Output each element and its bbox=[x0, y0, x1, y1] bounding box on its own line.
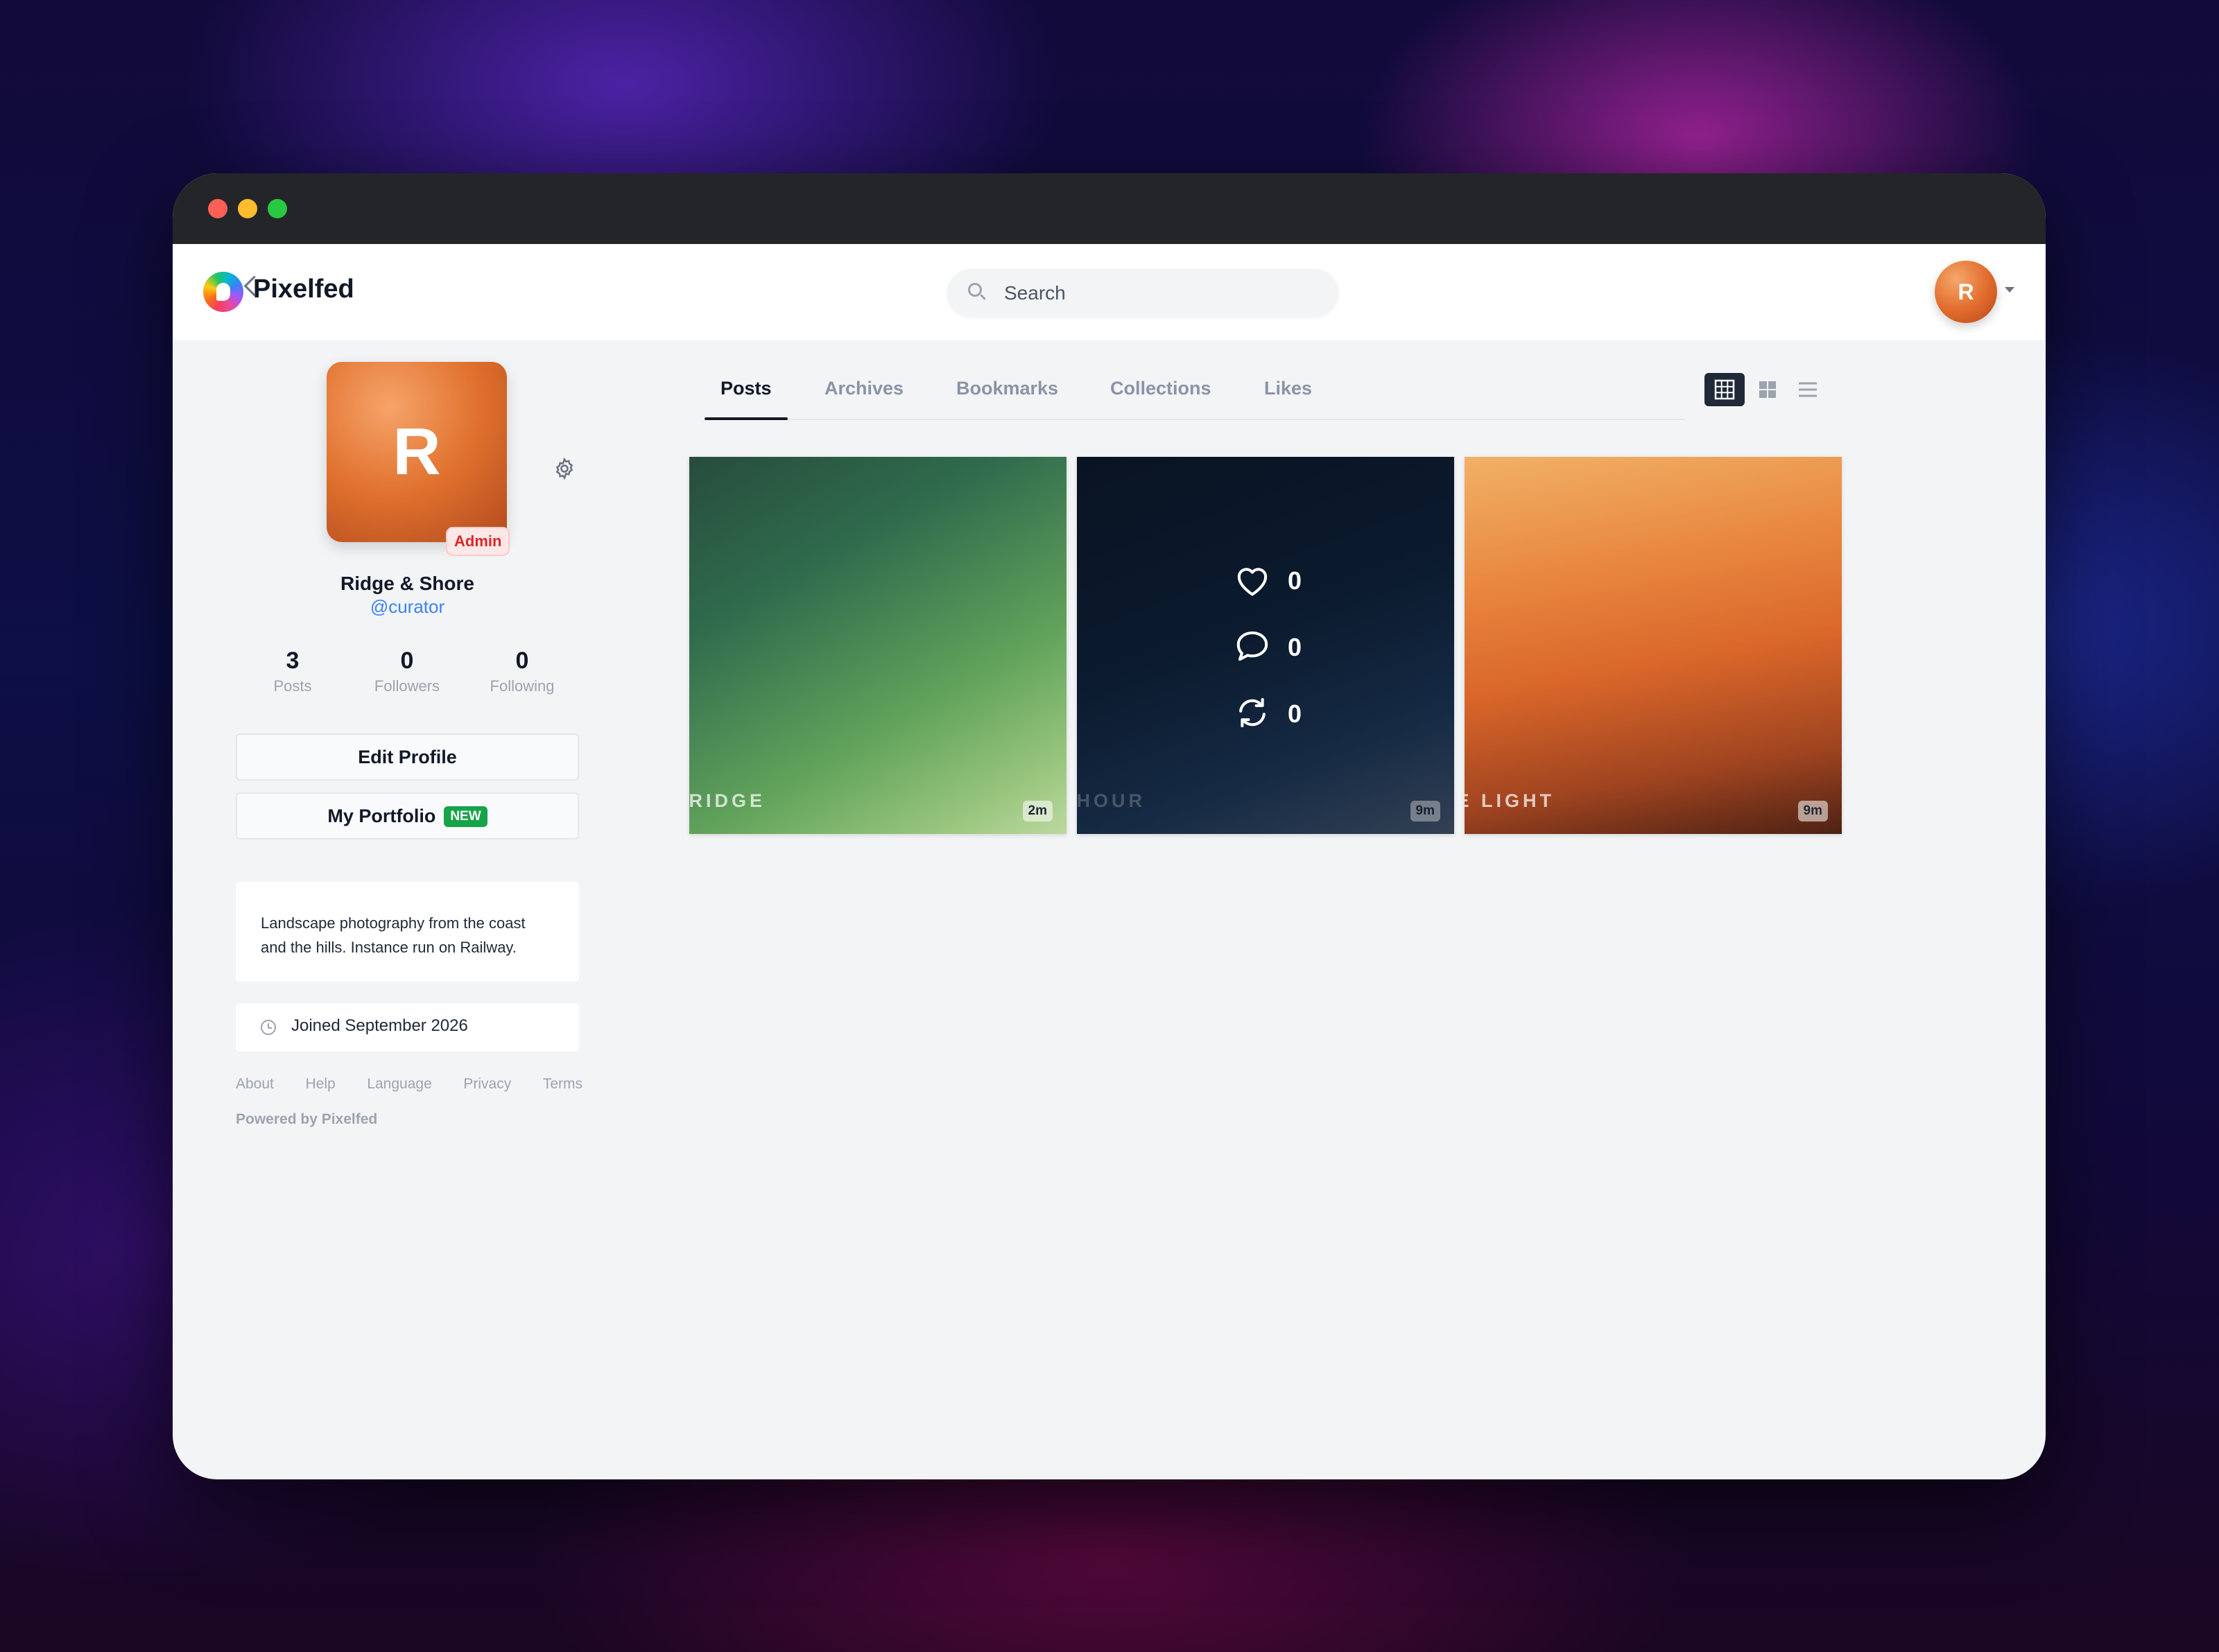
tabs-divider bbox=[705, 419, 1685, 420]
powered-by[interactable]: Powered by Pixelfed bbox=[236, 1111, 377, 1128]
username-handle[interactable]: @curator bbox=[236, 596, 579, 618]
joined-card: Joined September 2026 bbox=[236, 1003, 579, 1052]
post-tile[interactable]: NE LIGHT 9m bbox=[1465, 457, 1842, 834]
footer-link-terms[interactable]: Terms bbox=[543, 1076, 582, 1093]
pixelfed-logo-icon[interactable] bbox=[203, 272, 243, 312]
grid-icon bbox=[1714, 379, 1735, 400]
maximize-window-button[interactable] bbox=[268, 199, 287, 218]
stat-followers[interactable]: 0 Followers bbox=[352, 647, 463, 695]
comment-icon bbox=[1236, 631, 1268, 661]
stat-posts[interactable]: 3 Posts bbox=[237, 647, 348, 695]
top-navbar: Pixelfed R bbox=[173, 244, 2046, 340]
masonry-view-button[interactable] bbox=[1747, 373, 1788, 406]
post-title: E RIDGE bbox=[689, 790, 766, 811]
tab-archives[interactable]: Archives bbox=[824, 378, 904, 399]
new-badge: NEW bbox=[444, 806, 487, 827]
joined-date: Joined September 2026 bbox=[291, 1016, 468, 1035]
footer-link-language[interactable]: Language bbox=[367, 1076, 431, 1093]
tab-collections[interactable]: Collections bbox=[1110, 378, 1211, 399]
post-time-badge: 9m bbox=[1797, 801, 1828, 821]
grid-view-button[interactable] bbox=[1704, 373, 1745, 406]
title-bar bbox=[173, 173, 2046, 244]
admin-badge: Admin bbox=[446, 527, 510, 556]
masonry-icon bbox=[1759, 381, 1776, 398]
post-time-badge: 2m bbox=[1022, 801, 1053, 821]
likes-count: 0 bbox=[1288, 566, 1302, 595]
gear-icon[interactable] bbox=[553, 457, 576, 480]
close-window-button[interactable] bbox=[208, 199, 227, 218]
comments-count: 0 bbox=[1288, 633, 1302, 661]
shares-count: 0 bbox=[1288, 699, 1302, 728]
minimize-window-button[interactable] bbox=[238, 199, 257, 218]
active-tab-indicator bbox=[705, 417, 788, 420]
stat-value: 3 bbox=[286, 647, 300, 674]
post-title: NE LIGHT bbox=[1465, 790, 1555, 811]
stat-value: 0 bbox=[400, 647, 414, 674]
post-hover-overlay: 0 0 0 bbox=[1077, 457, 1454, 834]
chevron-down-icon[interactable] bbox=[2005, 287, 2014, 293]
stat-label: Posts bbox=[273, 677, 312, 695]
footer-links: About Help Language Privacy Terms bbox=[236, 1076, 582, 1093]
heart-icon bbox=[1237, 568, 1268, 596]
stat-value: 0 bbox=[515, 647, 529, 674]
display-name: Ridge & Shore bbox=[340, 573, 474, 594]
search-bar[interactable] bbox=[947, 269, 1338, 318]
search-icon bbox=[968, 283, 982, 297]
profile-avatar: R bbox=[327, 362, 507, 542]
stat-label: Followers bbox=[374, 677, 440, 695]
footer-link-privacy[interactable]: Privacy bbox=[463, 1076, 511, 1093]
tab-posts[interactable]: Posts bbox=[720, 378, 772, 399]
post-tile[interactable]: E RIDGE 2m bbox=[689, 457, 1067, 834]
app-name[interactable]: Pixelfed bbox=[253, 275, 354, 304]
edit-profile-button[interactable]: Edit Profile bbox=[236, 733, 579, 781]
my-portfolio-button[interactable]: My Portfolio NEW bbox=[236, 792, 579, 840]
list-icon bbox=[1799, 382, 1817, 397]
portfolio-label: My Portfolio bbox=[327, 806, 436, 826]
bio-card: Landscape photography from the coast and… bbox=[236, 882, 579, 982]
list-view-button[interactable] bbox=[1788, 373, 1828, 406]
stat-label: Following bbox=[490, 677, 555, 695]
post-tile[interactable]: E HOUR 9m 0 0 0 bbox=[1077, 457, 1454, 834]
footer-link-help[interactable]: Help bbox=[306, 1076, 336, 1093]
search-input[interactable] bbox=[1003, 269, 1324, 318]
footer-link-about[interactable]: About bbox=[236, 1076, 274, 1093]
tab-likes[interactable]: Likes bbox=[1264, 378, 1312, 399]
repost-icon bbox=[1239, 697, 1266, 728]
user-avatar[interactable]: R bbox=[1935, 261, 1997, 323]
tab-bookmarks[interactable]: Bookmarks bbox=[956, 378, 1058, 399]
stat-following[interactable]: 0 Following bbox=[467, 647, 578, 695]
clock-icon bbox=[261, 1020, 276, 1035]
